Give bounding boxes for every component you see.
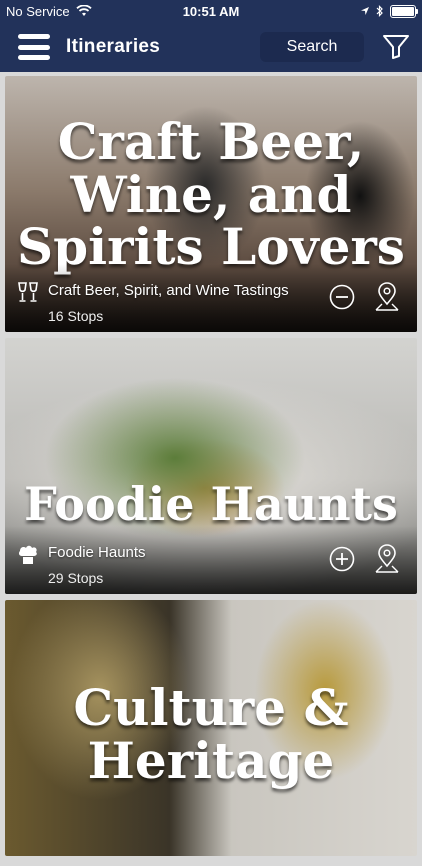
filter-icon[interactable] — [382, 33, 410, 61]
location-arrow-icon — [361, 7, 369, 15]
map-pin-icon[interactable] — [373, 282, 401, 314]
bluetooth-icon — [376, 5, 383, 17]
battery-icon — [390, 4, 418, 18]
card-overlay-title: Craft Beer, Wine, and Spirits Lovers — [17, 112, 405, 276]
chef-hat-icon — [18, 545, 37, 564]
status-bar: No Service 10:51 AM — [0, 0, 422, 22]
card-name: Foodie Haunts — [48, 544, 146, 562]
card-stops: 29 Stops — [48, 570, 104, 586]
itinerary-list: Craft Beer, Wine, and Spirits Lovers Cra… — [0, 72, 422, 866]
wine-glasses-icon — [18, 282, 38, 302]
search-button[interactable]: Search — [260, 32, 364, 62]
card-overlay-title: Culture & Heritage — [73, 678, 349, 790]
menu-icon[interactable] — [18, 34, 50, 60]
add-icon[interactable] — [329, 546, 355, 572]
card-overlay-title: Foodie Haunts — [24, 477, 398, 531]
wifi-icon — [75, 5, 92, 16]
status-left: No Service — [6, 4, 92, 19]
page-title: Itineraries — [66, 36, 161, 57]
status-right — [360, 4, 418, 18]
remove-icon[interactable] — [329, 284, 355, 310]
map-pin-icon[interactable] — [373, 544, 401, 576]
card-name: Craft Beer, Spirit, and Wine Tastings — [48, 282, 289, 300]
carrier-label: No Service — [6, 3, 70, 19]
navigation-bar: Itineraries Search — [0, 22, 422, 72]
itinerary-card[interactable]: Foodie Haunts Foodie Haunts 29 Stops — [5, 338, 417, 594]
itinerary-card[interactable]: Craft Beer, Wine, and Spirits Lovers Cra… — [5, 76, 417, 332]
itinerary-card[interactable]: Culture & Heritage — [5, 600, 417, 856]
card-stops: 16 Stops — [48, 308, 104, 324]
